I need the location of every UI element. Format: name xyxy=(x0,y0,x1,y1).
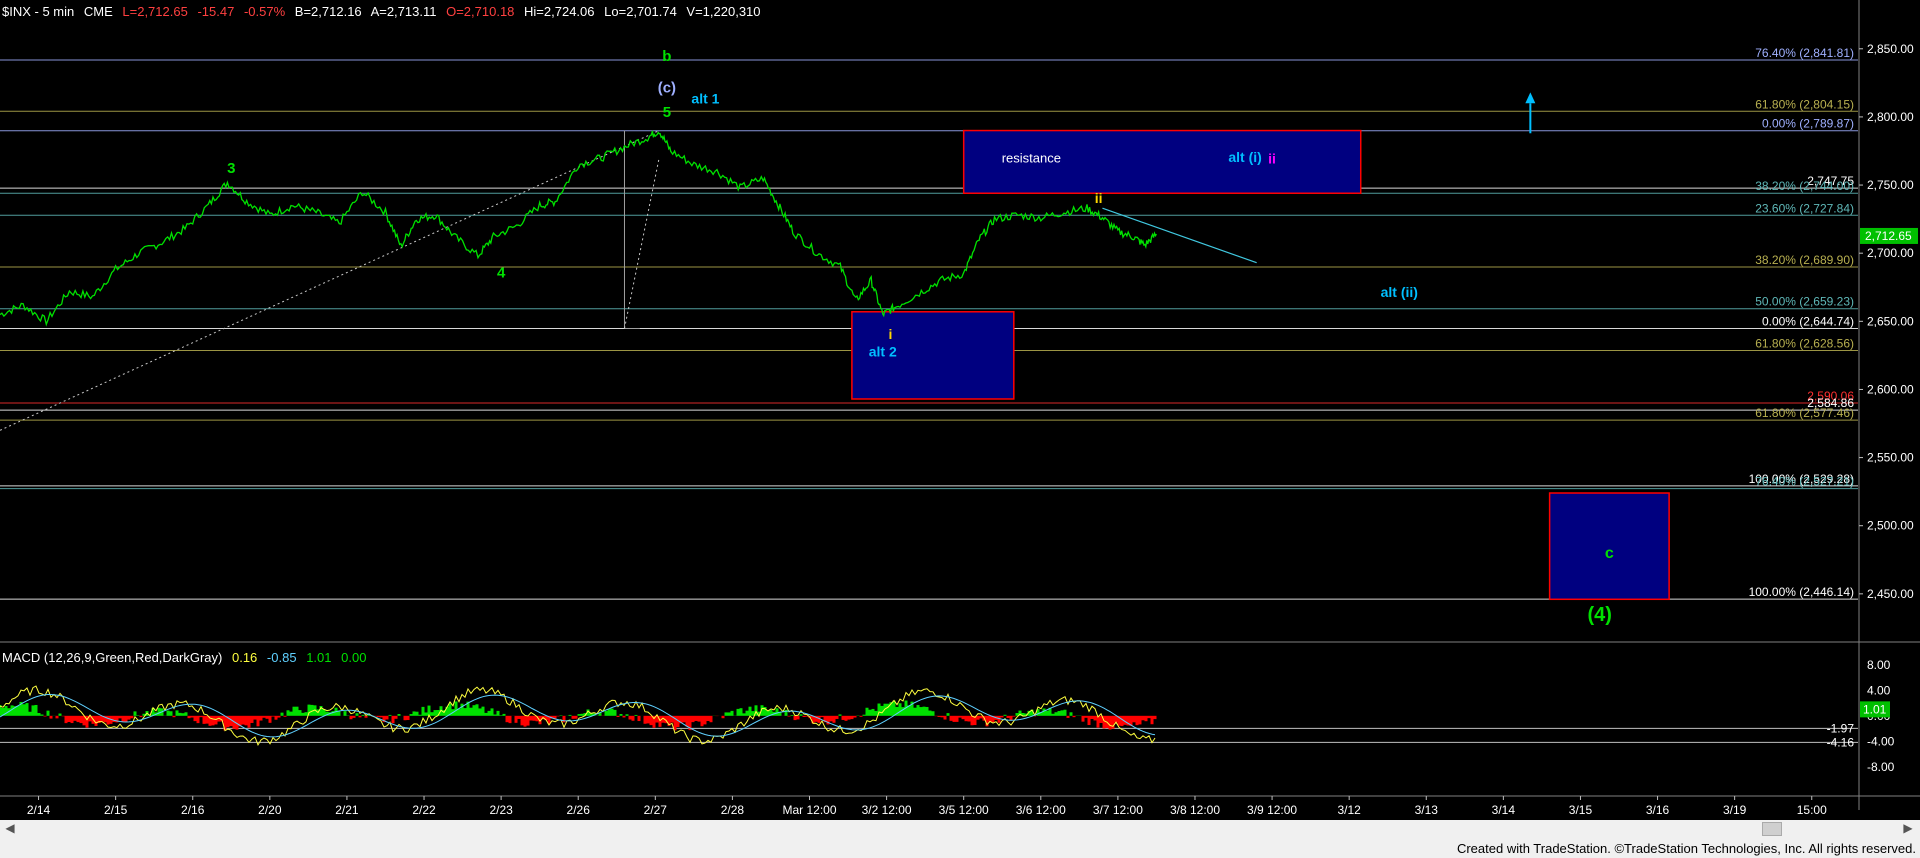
time-tick-label: 2/20 xyxy=(258,803,282,817)
macd-value-2: -0.85 xyxy=(266,650,297,665)
time-tick-label: 2/28 xyxy=(721,803,745,817)
price-header: $INX - 5 min CME L=2,712.65 -15.47 -0.57… xyxy=(2,4,767,19)
tradestation-chart[interactable]: 76.40% (2,841.81) 61.80% (2,804.15) 0.00% … xyxy=(0,0,1920,820)
fib-level-label: 76.40% (2,841.81) xyxy=(1755,46,1854,60)
price-tick-label: 2,550.00 xyxy=(1867,451,1914,465)
wave-label: (c) xyxy=(658,79,676,96)
macd-tick-label: 4.00 xyxy=(1867,683,1891,697)
price-tick-label: 2,600.00 xyxy=(1867,382,1914,396)
fib-level-label: 61.80% (2,628.56) xyxy=(1755,337,1854,351)
last-price: L=2,712.65 xyxy=(122,4,188,19)
exchange-label: CME xyxy=(83,4,113,19)
macd-value-4: 0.00 xyxy=(341,650,367,665)
price-tick-label: 2,450.00 xyxy=(1867,587,1914,601)
last-price-tag-label: 2,712.65 xyxy=(1865,229,1912,243)
macd-value-tag-label: 1.01 xyxy=(1863,702,1887,716)
wave-label: b xyxy=(662,48,671,65)
horizontal-scrollbar[interactable] xyxy=(0,820,1920,836)
time-tick-label: 2/21 xyxy=(335,803,359,817)
fib-level-label: 61.80% (2,577.46) xyxy=(1755,406,1854,420)
time-tick-label: Mar 12:00 xyxy=(782,803,836,817)
macd-ref-label: -1.97 xyxy=(1827,721,1855,735)
bid-value: B=2,712.16 xyxy=(294,4,362,19)
time-tick-label: 3/5 12:00 xyxy=(939,803,989,817)
time-tick-label: 3/9 12:00 xyxy=(1247,803,1297,817)
time-tick-label: 3/8 12:00 xyxy=(1170,803,1220,817)
wave-label: (4) xyxy=(1588,604,1612,626)
wave-label: 4 xyxy=(497,265,506,282)
wave-label: alt (i) xyxy=(1228,149,1261,165)
time-tick-label: 2/26 xyxy=(567,803,591,817)
price-tick-label: 2,750.00 xyxy=(1867,178,1914,192)
time-tick-label: 3/6 12:00 xyxy=(1016,803,1066,817)
wave-label: ii xyxy=(1095,190,1103,206)
time-tick-label: 2/16 xyxy=(181,803,205,817)
wave-label: i xyxy=(889,326,893,342)
fib-level-label: 38.20% (2,689.90) xyxy=(1755,253,1854,267)
time-tick-label: 2/22 xyxy=(412,803,436,817)
zone-label: c xyxy=(1605,545,1614,562)
macd-value-3: 1.01 xyxy=(306,650,332,665)
fib-level-label: 50.00% (2,659.23) xyxy=(1755,295,1854,309)
volume-value: V=1,220,310 xyxy=(686,4,761,19)
time-tick-label: 3/14 xyxy=(1492,803,1516,817)
macd-tick-label: 8.00 xyxy=(1867,658,1891,672)
time-tick-label: 3/16 xyxy=(1646,803,1670,817)
price-tick-label: 2,850.00 xyxy=(1867,42,1914,56)
macd-ref-label: -4.16 xyxy=(1827,735,1855,749)
time-tick-label: 3/12 xyxy=(1337,803,1361,817)
time-tick-label: 15:00 xyxy=(1797,803,1827,817)
ask-value: A=2,713.11 xyxy=(370,4,437,19)
macd-header: MACD (12,26,9,Green,Red,DarkGray) 0.16 -… xyxy=(2,650,372,665)
time-tick-label: 2/23 xyxy=(489,803,513,817)
scroll-right-icon[interactable]: ▶ xyxy=(1900,820,1916,836)
wave-label: alt 1 xyxy=(691,90,719,106)
scroll-left-icon[interactable]: ◀ xyxy=(2,820,18,836)
symbol-label: $INX - 5 min xyxy=(2,4,75,19)
wave-label: 5 xyxy=(663,104,671,121)
scrollbar-thumb[interactable] xyxy=(1762,822,1782,836)
fib-level-label: 38.20% (2,744.00) xyxy=(1755,179,1854,193)
macd-label: MACD (12,26,9,Green,Red,DarkGray) xyxy=(2,650,223,665)
fib-level-label: 100.00% (2,446.14) xyxy=(1749,585,1854,599)
time-tick-label: 3/15 xyxy=(1569,803,1593,817)
fib-level-label: 76.40% (2,527.21) xyxy=(1755,475,1854,489)
zone-label: resistance xyxy=(1002,151,1061,166)
change-value: -15.47 xyxy=(197,4,235,19)
fib-level-label: 23.60% (2,727.84) xyxy=(1755,201,1854,215)
time-tick-label: 2/14 xyxy=(27,803,51,817)
wave-label: 3 xyxy=(227,160,235,177)
price-tick-label: 2,650.00 xyxy=(1867,314,1914,328)
price-tick-label: 2,700.00 xyxy=(1867,246,1914,260)
macd-tick-label: -8.00 xyxy=(1867,760,1895,774)
low-value: Lo=2,701.74 xyxy=(604,4,677,19)
macd-value-1: 0.16 xyxy=(231,650,258,665)
copyright-footer: Created with TradeStation. ©TradeStation… xyxy=(1456,841,1916,856)
wave-label: ii xyxy=(1268,150,1276,166)
time-tick-label: 3/13 xyxy=(1415,803,1439,817)
open-value: O=2,710.18 xyxy=(446,4,515,19)
fib-level-label: 0.00% (2,789.87) xyxy=(1762,117,1854,131)
time-tick-label: 3/7 12:00 xyxy=(1093,803,1143,817)
change-pct: -0.57% xyxy=(243,4,286,19)
wave-label: alt (ii) xyxy=(1381,284,1418,300)
fib-level-label: 0.00% (2,644.74) xyxy=(1762,314,1854,328)
price-tick-label: 2,500.00 xyxy=(1867,519,1914,533)
time-tick-label: 2/15 xyxy=(104,803,128,817)
fib-level-label: 61.80% (2,804.15) xyxy=(1755,97,1854,111)
wave-label: alt 2 xyxy=(869,344,897,360)
macd-tick-label: -4.00 xyxy=(1867,734,1895,748)
time-tick-label: 2/27 xyxy=(644,803,668,817)
high-value: Hi=2,724.06 xyxy=(524,4,595,19)
price-tick-label: 2,800.00 xyxy=(1867,110,1914,124)
time-tick-label: 3/19 xyxy=(1723,803,1747,817)
time-tick-label: 3/2 12:00 xyxy=(862,803,912,817)
